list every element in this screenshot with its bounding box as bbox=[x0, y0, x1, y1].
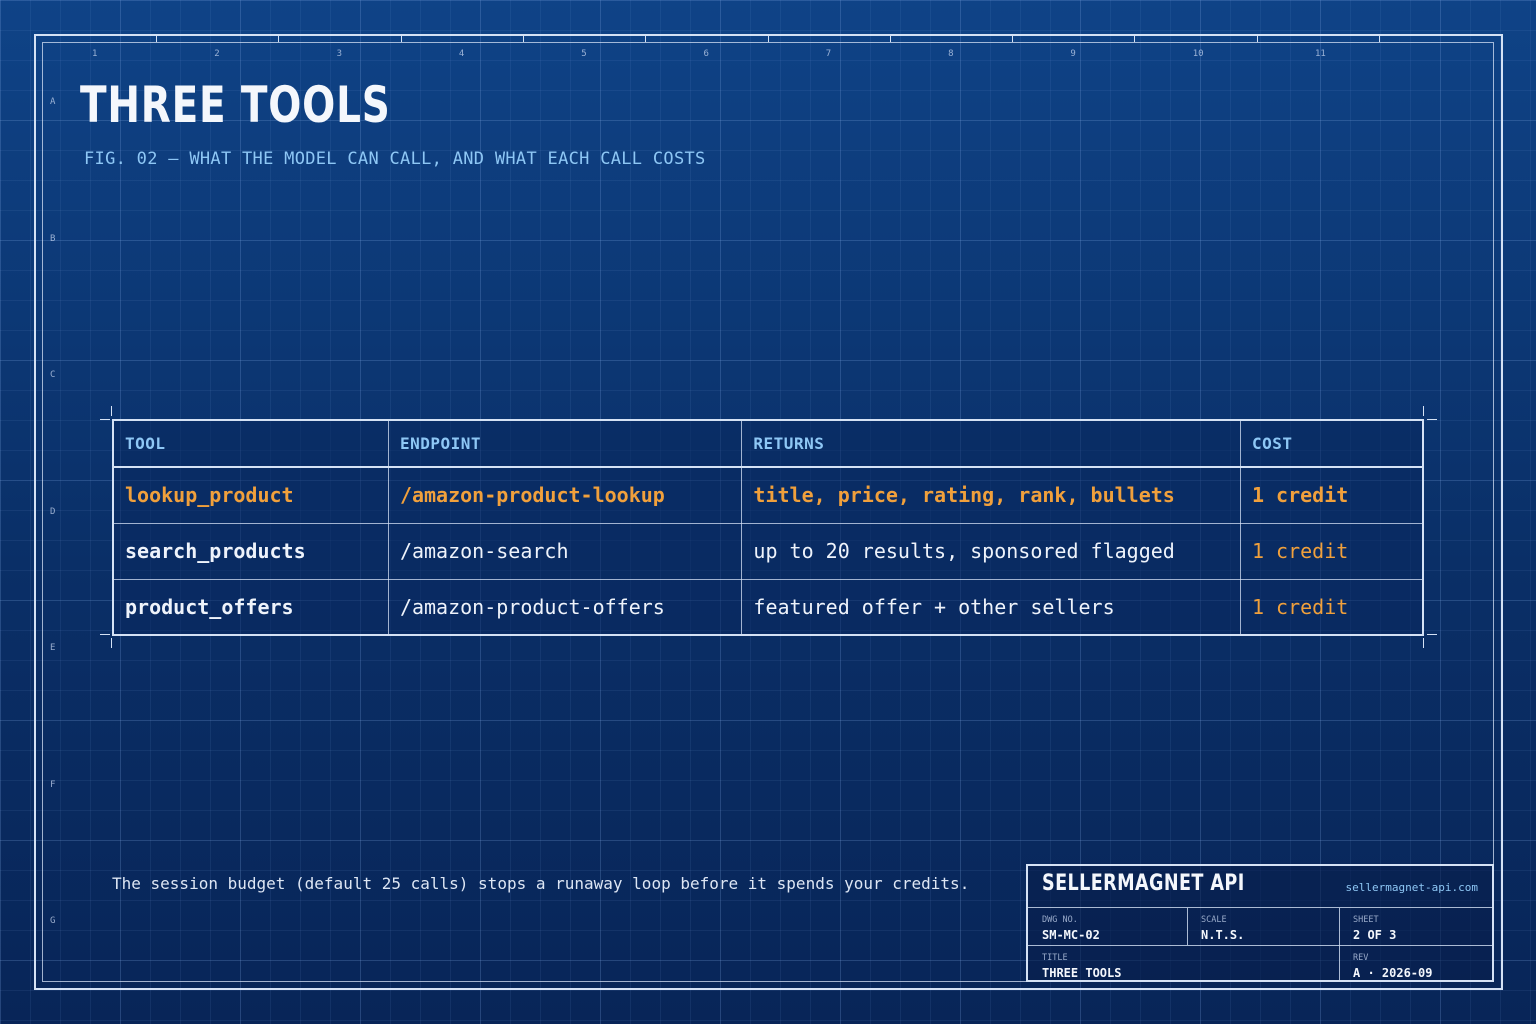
rev-cell: REV A · 2026-09 bbox=[1339, 946, 1494, 980]
rev-value: A · 2026-09 bbox=[1353, 966, 1433, 980]
dwg-no-label: DWG NO. bbox=[1042, 915, 1078, 925]
returns-text: featured offer + other sellers bbox=[741, 578, 1241, 636]
title-label: TITLE bbox=[1042, 953, 1068, 963]
tool-name: lookup_product bbox=[112, 466, 389, 524]
cost-value: 1 credit bbox=[1239, 522, 1424, 580]
sheet-value: 2 OF 3 bbox=[1353, 928, 1397, 942]
grid-column-label: 5 bbox=[581, 49, 587, 59]
grid-column-label: 11 bbox=[1315, 49, 1326, 59]
page-title: THREE TOOLS bbox=[80, 76, 391, 134]
table-header-row: TOOL ENDPOINT RETURNS COST bbox=[112, 419, 1424, 468]
grid-row-label: G bbox=[50, 916, 56, 926]
header-tool: TOOL bbox=[112, 419, 389, 468]
grid-column-label: 3 bbox=[336, 49, 343, 59]
crop-mark bbox=[1427, 419, 1437, 420]
grid-row-label: A bbox=[50, 97, 56, 107]
grid-tick bbox=[1379, 36, 1380, 42]
sheet-cell: SHEET 2 OF 3 bbox=[1339, 908, 1494, 942]
tool-name: search_products bbox=[112, 522, 389, 580]
grid-column-label: 7 bbox=[825, 49, 832, 59]
header-endpoint: ENDPOINT bbox=[387, 419, 743, 468]
scale-label: SCALE bbox=[1201, 915, 1227, 925]
tools-table: TOOL ENDPOINT RETURNS COST lookup_produc… bbox=[112, 419, 1424, 636]
grid-column-label: 10 bbox=[1192, 49, 1204, 59]
brand-name: SELLERMAGNET API bbox=[1042, 871, 1245, 896]
title-block: SELLERMAGNET API sellermagnet-api.com DW… bbox=[1026, 864, 1494, 982]
brand-url: sellermagnet-api.com bbox=[1345, 881, 1478, 894]
tool-name: product_offers bbox=[112, 578, 389, 636]
returns-text: title, price, rating, rank, bullets bbox=[741, 466, 1241, 524]
crop-mark bbox=[111, 406, 112, 416]
grid-row-label: D bbox=[50, 506, 56, 517]
crop-mark bbox=[100, 634, 110, 635]
grid-column-label: 9 bbox=[1070, 49, 1076, 59]
crop-mark bbox=[1423, 406, 1424, 416]
table-row: search_products /amazon-search up to 20 … bbox=[112, 522, 1424, 580]
grid-tick bbox=[645, 36, 647, 42]
grid-row-label: E bbox=[50, 643, 56, 653]
grid-tick bbox=[1012, 36, 1014, 42]
grid-tick bbox=[400, 36, 402, 42]
grid-column-label: 4 bbox=[458, 49, 465, 59]
returns-text: up to 20 results, sponsored flagged bbox=[741, 522, 1241, 580]
grid-column-label: 2 bbox=[214, 49, 220, 59]
endpoint-path: /amazon-search bbox=[387, 522, 743, 580]
grid-tick bbox=[278, 36, 280, 42]
grid-tick bbox=[889, 36, 891, 42]
grid-row-label: F bbox=[50, 779, 56, 790]
crop-mark bbox=[111, 638, 112, 648]
crop-mark bbox=[1423, 638, 1424, 648]
endpoint-path: /amazon-product-offers bbox=[387, 578, 743, 636]
crop-mark bbox=[100, 419, 110, 420]
title-block-header: SELLERMAGNET API sellermagnet-api.com bbox=[1028, 866, 1492, 908]
figure-caption: FIG. 02 — WHAT THE MODEL CAN CALL, AND W… bbox=[84, 149, 706, 169]
dwg-no-cell: DWG NO. SM-MC-02 bbox=[1028, 908, 1187, 942]
dwg-no-value: SM-MC-02 bbox=[1042, 928, 1100, 942]
sheet-label: SHEET bbox=[1353, 915, 1379, 925]
title-cell: TITLE THREE TOOLS bbox=[1028, 946, 1339, 980]
grid-tick bbox=[767, 36, 769, 42]
cost-value: 1 credit bbox=[1239, 578, 1424, 636]
header-returns: RETURNS bbox=[741, 419, 1241, 468]
scale-value: N.T.S. bbox=[1201, 928, 1245, 942]
grid-tick bbox=[1134, 36, 1136, 42]
title-value: THREE TOOLS bbox=[1042, 966, 1122, 980]
grid-tick bbox=[1256, 36, 1258, 42]
header-cost: COST bbox=[1239, 419, 1424, 468]
cost-value: 1 credit bbox=[1239, 466, 1424, 524]
rev-label: REV bbox=[1353, 953, 1369, 963]
grid-row-label: B bbox=[50, 233, 56, 244]
grid-row-label: C bbox=[50, 370, 56, 380]
table-row: product_offers /amazon-product-offers fe… bbox=[112, 578, 1424, 636]
grid-column-label: 1 bbox=[92, 49, 98, 59]
scale-cell: SCALE N.T.S. bbox=[1187, 908, 1339, 942]
grid-column-label: 8 bbox=[948, 49, 954, 59]
grid-tick bbox=[156, 36, 157, 42]
grid-tick bbox=[522, 36, 524, 42]
budget-note: The session budget (default 25 calls) st… bbox=[112, 874, 970, 893]
grid-column-label: 6 bbox=[703, 49, 709, 59]
crop-mark bbox=[1427, 634, 1437, 635]
table-row: lookup_product /amazon-product-lookup ti… bbox=[112, 466, 1424, 524]
endpoint-path: /amazon-product-lookup bbox=[387, 466, 743, 524]
